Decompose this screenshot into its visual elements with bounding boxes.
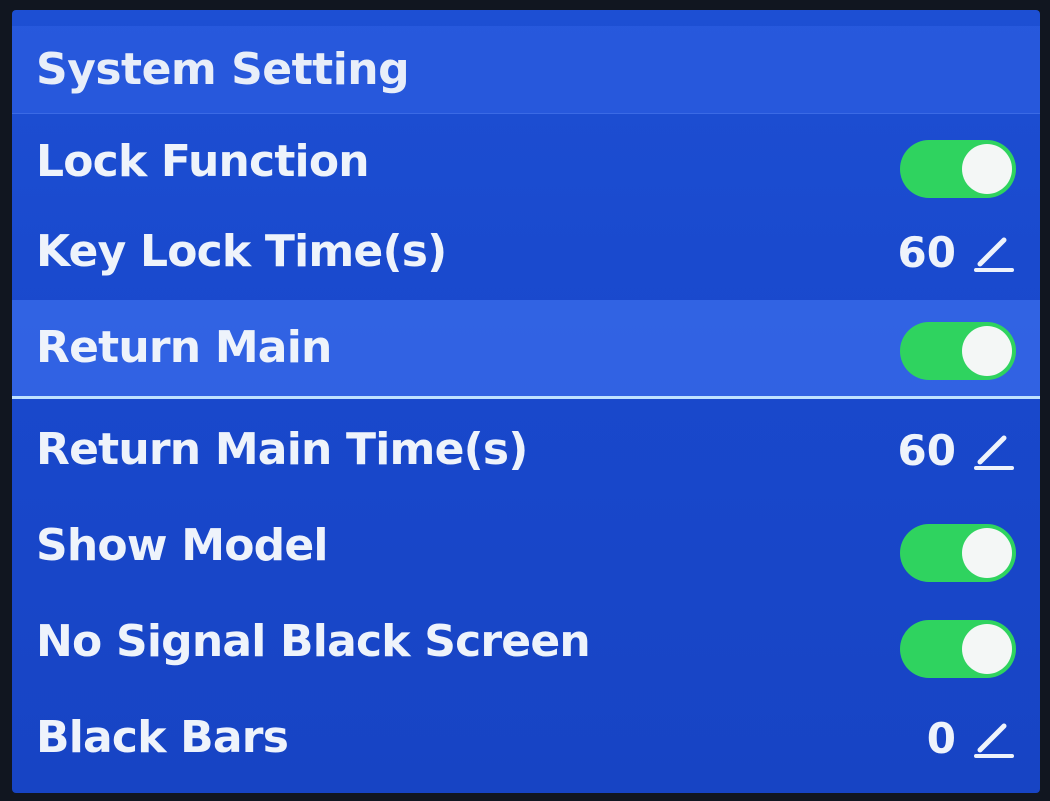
black-bars-value[interactable]: 0 xyxy=(927,690,1016,786)
setting-label: Return Main xyxy=(36,322,332,373)
device-screen: System Setting Lock Function Key Lock Ti… xyxy=(0,0,1050,801)
return-main-time-value[interactable]: 60 xyxy=(898,402,1016,498)
title-bar: System Setting xyxy=(12,26,1040,114)
setting-label: Show Model xyxy=(36,520,328,571)
setting-label: Black Bars xyxy=(36,712,289,763)
setting-label: Lock Function xyxy=(36,136,370,187)
setting-row-black-bars[interactable]: Black Bars 0 xyxy=(12,690,1040,786)
page-title: System Setting xyxy=(36,44,410,95)
toggle-knob xyxy=(962,326,1012,376)
setting-label: Key Lock Time(s) xyxy=(36,226,447,277)
edit-pencil-icon[interactable] xyxy=(972,230,1016,274)
setting-value: 60 xyxy=(897,425,956,475)
setting-row-return-main-time[interactable]: Return Main Time(s) 60 xyxy=(12,402,1040,498)
edit-pencil-icon[interactable] xyxy=(972,716,1016,760)
setting-value: 0 xyxy=(926,713,956,763)
setting-row-no-signal-black-screen[interactable]: No Signal Black Screen xyxy=(12,594,1040,690)
show-model-toggle[interactable] xyxy=(900,524,1016,582)
edit-pencil-icon[interactable] xyxy=(972,428,1016,472)
setting-row-key-lock-time[interactable]: Key Lock Time(s) 60 xyxy=(12,204,1040,300)
lock-function-toggle[interactable] xyxy=(900,140,1016,198)
setting-row-lock-function[interactable]: Lock Function xyxy=(12,114,1040,210)
toggle-knob xyxy=(962,144,1012,194)
settings-panel: System Setting Lock Function Key Lock Ti… xyxy=(12,10,1040,793)
setting-value: 60 xyxy=(897,227,956,277)
no-signal-black-screen-toggle[interactable] xyxy=(900,620,1016,678)
setting-label: Return Main Time(s) xyxy=(36,424,528,475)
key-lock-time-value[interactable]: 60 xyxy=(898,204,1016,300)
return-main-toggle[interactable] xyxy=(900,322,1016,380)
setting-row-show-model[interactable]: Show Model xyxy=(12,498,1040,594)
toggle-knob xyxy=(962,624,1012,674)
toggle-knob xyxy=(962,528,1012,578)
setting-row-return-main[interactable]: Return Main xyxy=(12,300,1040,399)
setting-label: No Signal Black Screen xyxy=(36,616,591,667)
